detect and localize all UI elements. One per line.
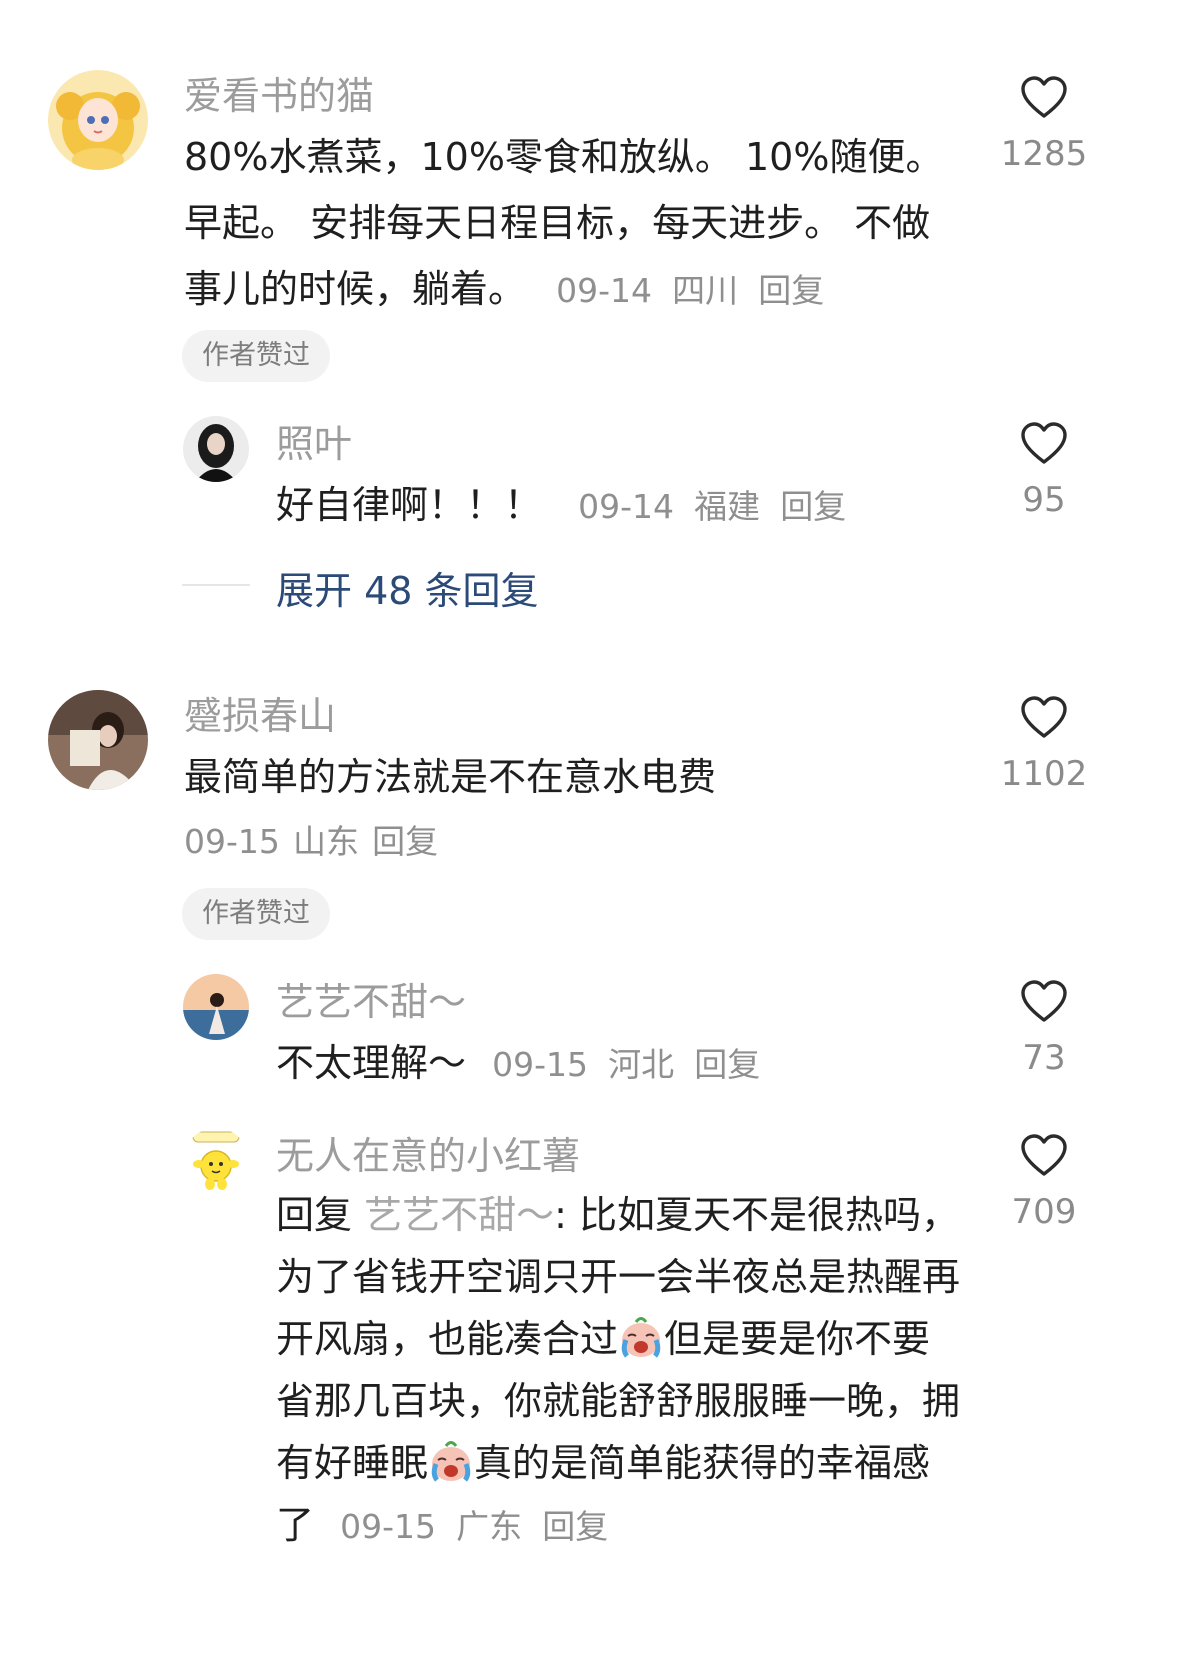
heart-icon bbox=[1020, 422, 1068, 466]
reply-location: 广东 bbox=[456, 1507, 523, 1546]
reply-text: 不太理解～ 09-15 河北 回复 bbox=[276, 1030, 760, 1098]
reply-username[interactable]: 照叶 bbox=[276, 420, 352, 468]
like-button[interactable]: 709 bbox=[989, 1134, 1099, 1234]
comment-username[interactable]: 爱看书的猫 bbox=[184, 72, 374, 120]
reply-button[interactable]: 回复 bbox=[542, 1507, 608, 1546]
reply-body: 好自律啊！！！ bbox=[276, 483, 543, 527]
reply-button[interactable]: 回复 bbox=[780, 487, 846, 526]
like-button[interactable]: 1102 bbox=[989, 696, 1099, 796]
reply-button[interactable]: 回复 bbox=[694, 1045, 760, 1084]
avatar[interactable] bbox=[183, 1128, 249, 1194]
reply-location: 河北 bbox=[608, 1045, 675, 1084]
avatar[interactable] bbox=[183, 416, 249, 482]
reply-location: 福建 bbox=[694, 487, 761, 526]
reply-button[interactable]: 回复 bbox=[372, 822, 438, 861]
reply-date: 09-14 bbox=[578, 487, 674, 526]
comment-location: 山东 bbox=[292, 822, 359, 861]
reply-text: 回复 艺艺不甜～: 比如夏天不是很热吗，为了省钱开空调只开一会半夜总是热醒再开风… bbox=[276, 1184, 966, 1558]
like-button[interactable]: 95 bbox=[989, 422, 1099, 522]
avatar[interactable] bbox=[48, 70, 148, 170]
comment-date: 09-14 bbox=[556, 271, 652, 310]
comment-location: 四川 bbox=[672, 271, 739, 310]
divider bbox=[182, 584, 250, 586]
like-count: 1102 bbox=[1000, 754, 1088, 794]
reply-prefix: 回复 bbox=[276, 1193, 353, 1237]
reply-button[interactable]: 回复 bbox=[758, 271, 824, 310]
like-button[interactable]: 1285 bbox=[989, 76, 1099, 176]
like-button[interactable]: 73 bbox=[989, 980, 1099, 1080]
like-count: 95 bbox=[1022, 480, 1066, 520]
comment-body: 最简单的方法就是不在意水电费 bbox=[184, 755, 717, 799]
heart-icon bbox=[1020, 1134, 1068, 1178]
like-count: 1285 bbox=[1000, 134, 1088, 174]
avatar[interactable] bbox=[183, 974, 249, 1040]
comment-text: 80%水煮菜，10%零食和放纵。 10%随便。早起。 安排每天日程目标，每天进步… bbox=[184, 124, 964, 324]
mention-link[interactable]: 艺艺不甜～ bbox=[364, 1193, 554, 1237]
author-liked-badge: 作者赞过 bbox=[182, 330, 330, 382]
expand-replies-button[interactable]: 展开 48 条回复 bbox=[276, 560, 539, 615]
reply-date: 09-15 bbox=[492, 1045, 588, 1084]
avatar[interactable] bbox=[48, 690, 148, 790]
crying-face-icon bbox=[618, 1314, 664, 1360]
heart-icon bbox=[1020, 76, 1068, 120]
crying-face-icon bbox=[428, 1438, 474, 1484]
reply-username[interactable]: 无人在意的小红薯 bbox=[276, 1132, 580, 1180]
comment-username[interactable]: 蹙损春山 bbox=[184, 692, 336, 740]
reply-username[interactable]: 艺艺不甜～ bbox=[276, 978, 466, 1026]
heart-icon bbox=[1020, 696, 1068, 740]
heart-icon bbox=[1020, 980, 1068, 1024]
comment-date: 09-15 bbox=[184, 822, 280, 861]
author-liked-badge: 作者赞过 bbox=[182, 888, 330, 940]
like-count: 73 bbox=[1022, 1038, 1066, 1078]
comment-meta: 09-15 山东 回复 bbox=[184, 818, 438, 872]
reply-text: 好自律啊！！！ 09-14 福建 回复 bbox=[276, 472, 976, 540]
like-count: 709 bbox=[1011, 1192, 1077, 1232]
reply-body: 不太理解～ bbox=[276, 1041, 467, 1085]
reply-date: 09-15 bbox=[340, 1507, 436, 1546]
